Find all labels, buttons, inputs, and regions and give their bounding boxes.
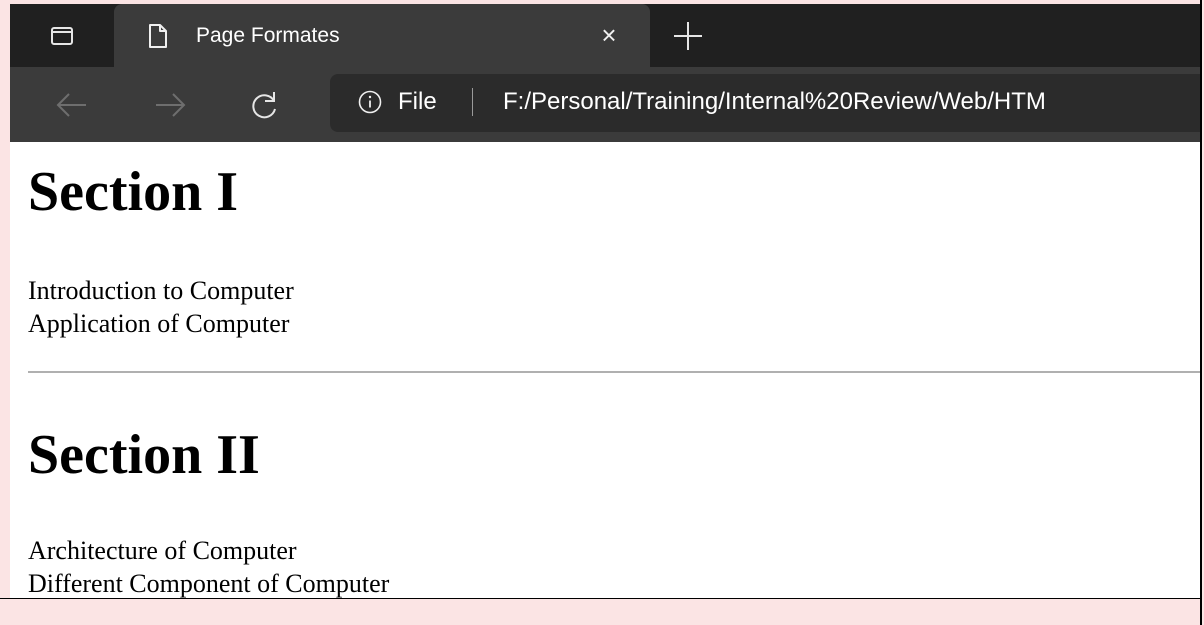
horizontal-rule <box>28 371 1200 373</box>
back-arrow-icon <box>56 93 86 117</box>
forward-arrow-icon <box>156 93 186 117</box>
tab-strip: Page Formates × <box>10 4 1200 67</box>
tab-title: Page Formates <box>196 24 340 47</box>
section-heading: Section I <box>28 161 238 223</box>
close-tab-button[interactable]: × <box>592 18 626 52</box>
page-icon <box>149 24 167 48</box>
refresh-icon <box>252 92 276 119</box>
toolbar: File F:/Personal/Training/Internal%20Rev… <box>10 67 1200 142</box>
back-button[interactable] <box>54 87 90 123</box>
list-item: Different Component of Computer <box>28 569 390 598</box>
section-heading: Section II <box>28 424 260 486</box>
browser-window: Page Formates × File F:/Personal/Trainin… <box>10 4 1200 598</box>
frame-border-bottom <box>0 598 1202 599</box>
refresh-button[interactable] <box>246 87 282 123</box>
list-item: Architecture of Computer <box>28 536 297 565</box>
section-items: Introduction to Computer Application of … <box>28 274 294 340</box>
address-bar[interactable]: File F:/Personal/Training/Internal%20Rev… <box>330 74 1200 132</box>
section-items: Architecture of Computer Different Compo… <box>28 534 389 598</box>
list-item: Introduction to Computer <box>28 276 294 305</box>
address-divider <box>472 88 473 116</box>
scheme-label: File <box>398 88 437 115</box>
tab-actions-button[interactable] <box>10 4 114 67</box>
page-content: Section I Introduction to Computer Appli… <box>10 142 1200 598</box>
frame-border-right <box>1200 0 1202 625</box>
list-item: Application of Computer <box>28 309 290 338</box>
info-icon[interactable] <box>358 90 382 114</box>
plus-icon <box>674 22 702 50</box>
new-tab-button[interactable] <box>670 18 706 54</box>
tab-page-formates[interactable]: Page Formates × <box>114 4 650 67</box>
tab-actions-icon <box>51 26 73 45</box>
forward-button[interactable] <box>152 87 188 123</box>
close-icon: × <box>601 19 617 50</box>
url-text[interactable]: F:/Personal/Training/Internal%20Review/W… <box>503 88 1046 116</box>
